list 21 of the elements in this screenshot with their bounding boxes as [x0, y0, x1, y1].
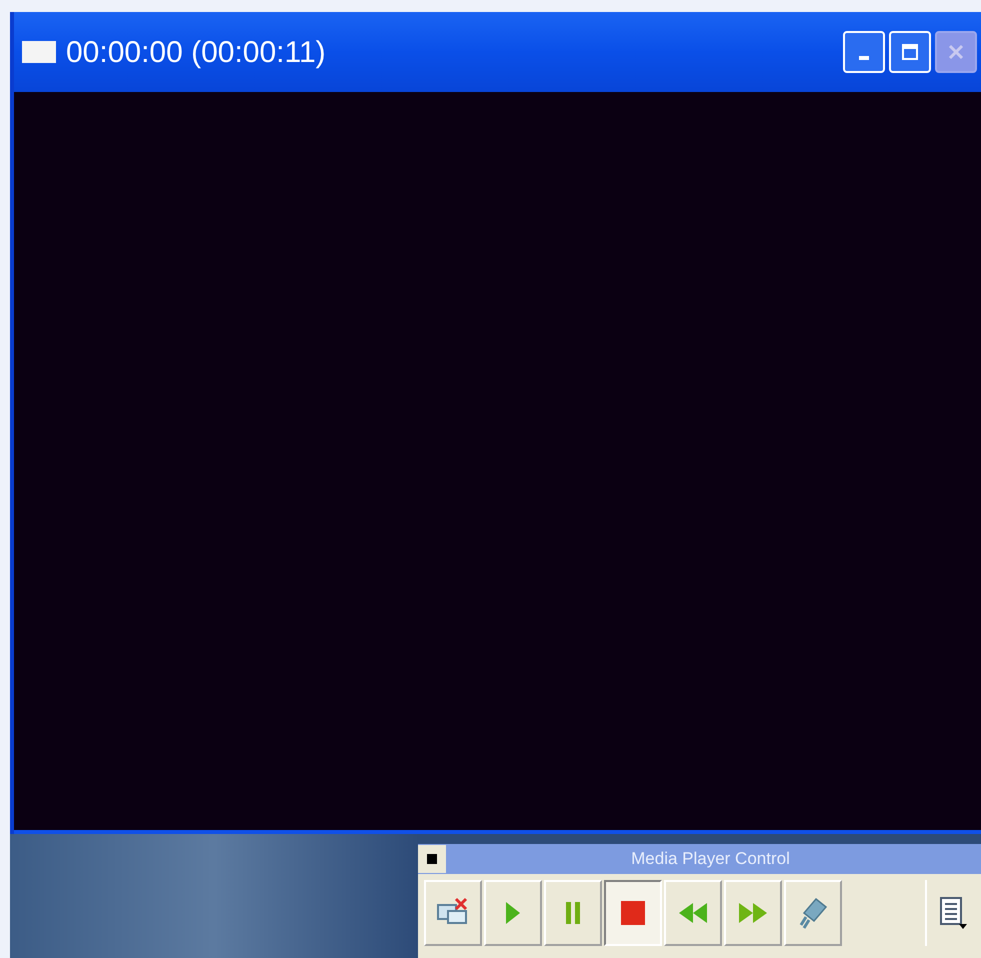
- fast-forward-icon: [737, 901, 769, 925]
- minimize-icon: [859, 56, 869, 60]
- stop-button[interactable]: [604, 880, 662, 946]
- play-button[interactable]: [484, 880, 542, 946]
- close-icon: [947, 43, 965, 61]
- rewind-icon: [677, 901, 709, 925]
- pause-button[interactable]: [544, 880, 602, 946]
- stop-icon: [620, 900, 646, 926]
- rewind-button[interactable]: [664, 880, 722, 946]
- forward-button[interactable]: [724, 880, 782, 946]
- maximize-icon: [901, 43, 919, 61]
- maximize-button[interactable]: [889, 31, 931, 73]
- window-icon: [22, 41, 56, 63]
- list-dropdown-icon: [939, 896, 969, 930]
- film-button[interactable]: [784, 880, 842, 946]
- play-icon: [504, 900, 522, 926]
- pause-icon: [564, 900, 582, 926]
- window-title: 00:00:00 (00:00:11): [66, 34, 326, 70]
- disconnect-button[interactable]: [424, 880, 482, 946]
- minimize-button[interactable]: [843, 31, 885, 73]
- panel-title: Media Player Control: [630, 848, 791, 870]
